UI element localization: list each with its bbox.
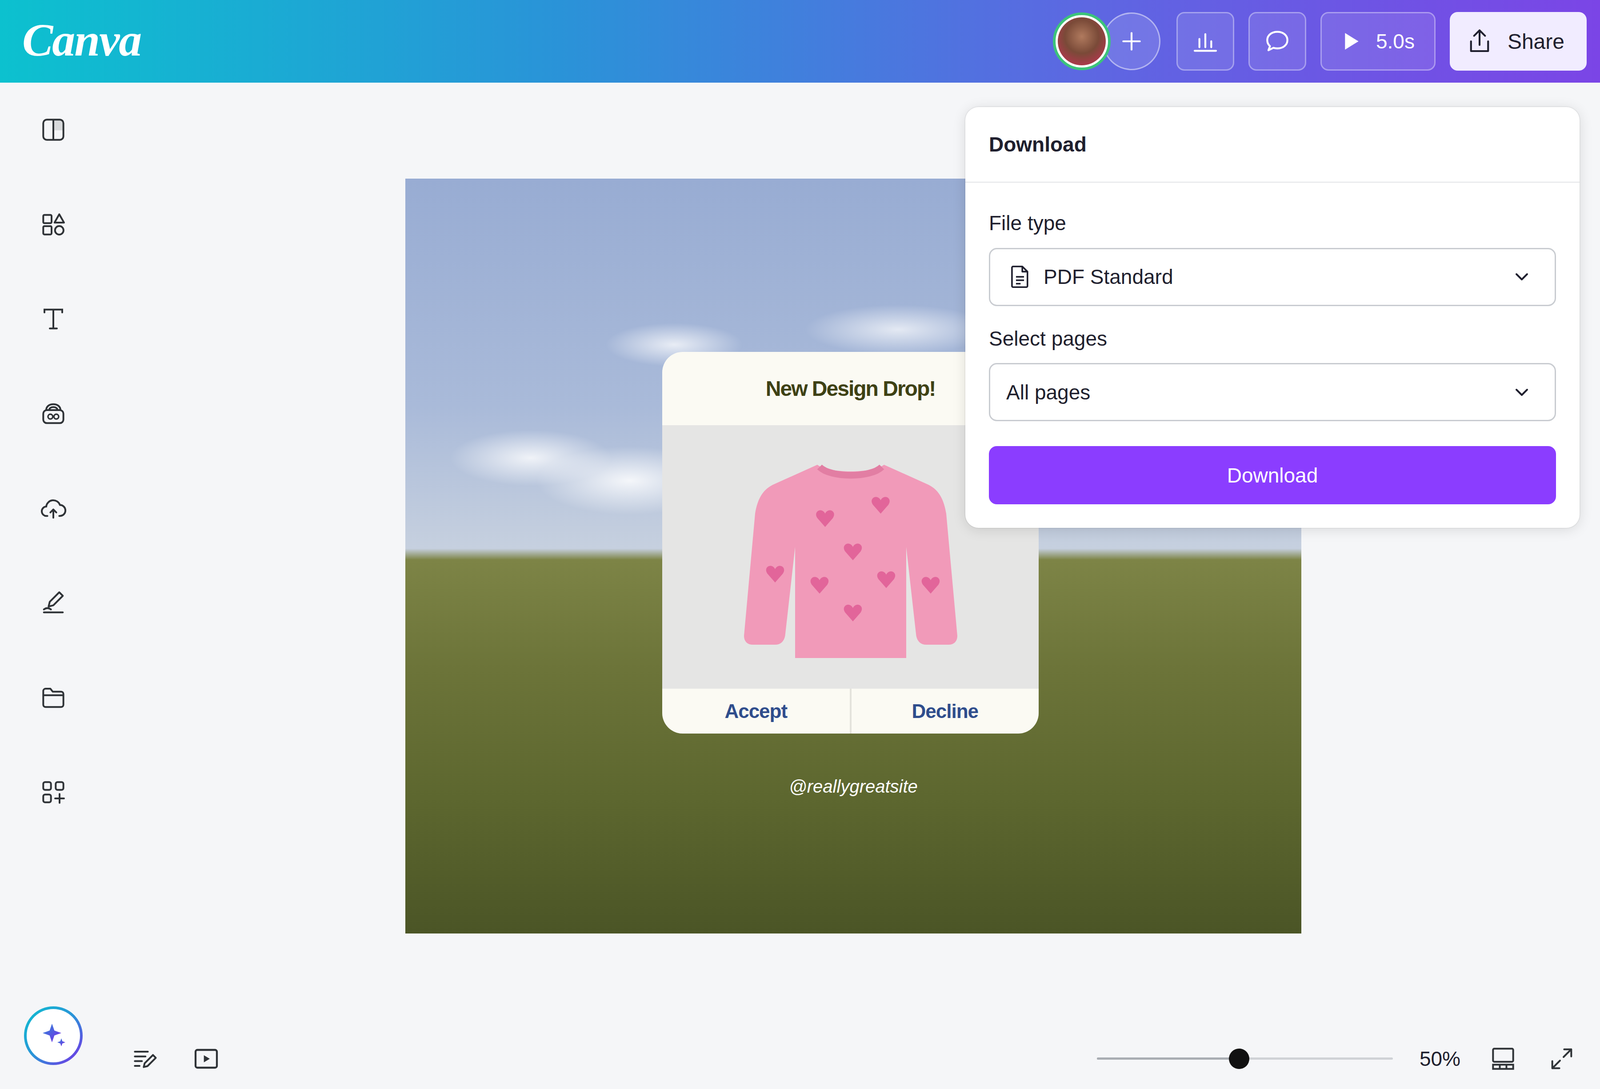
field-label: Select pages [988, 327, 1556, 351]
card-button[interactable]: Decline [849, 688, 1040, 734]
plus-icon [1119, 28, 1144, 54]
download-panel: Download File type PDF Standard Select page… [965, 107, 1580, 528]
field-label: File type [988, 212, 1556, 235]
present-button[interactable]: 5.0s [1320, 12, 1436, 71]
top-actions: 5.0s Share [1052, 12, 1587, 71]
comment-button[interactable] [1248, 12, 1307, 71]
sidebar-item[interactable] [39, 210, 68, 239]
text-icon [39, 304, 68, 334]
zoom-tools: 50% [1096, 1043, 1578, 1076]
download-field: Select pages All pages [988, 327, 1556, 422]
zoom-slider[interactable] [1096, 1048, 1393, 1071]
canva-editor: Canva 5.0s Share New Design Drop! AcceptDecl… [0, 0, 1600, 1089]
handle-text[interactable]: @reallygreatsite [405, 776, 1302, 797]
sparkle-icon [37, 1020, 70, 1052]
chevron-down-icon [1511, 266, 1533, 288]
chevron-down-icon [1511, 381, 1533, 404]
share-label: Share [1507, 29, 1565, 54]
card-actions: AcceptDecline [662, 688, 1039, 734]
upload-cloud-icon [39, 494, 68, 523]
download-header: Download [965, 107, 1580, 183]
insights-button[interactable] [1176, 12, 1235, 71]
field-value: All pages [1006, 380, 1502, 405]
draw-pen-icon [39, 588, 68, 618]
share-button[interactable]: Share [1449, 12, 1587, 71]
download-field: File type PDF Standard [988, 212, 1556, 307]
document-icon [1006, 263, 1034, 291]
zoom-reading[interactable]: 50% [1419, 1047, 1461, 1072]
slider-fill [1096, 1057, 1240, 1060]
elements-icon [39, 210, 68, 239]
collaborators [1052, 12, 1161, 71]
sidebar-item[interactable] [39, 588, 68, 618]
bottom-bar: 50% [106, 1028, 1600, 1089]
magic-button[interactable] [24, 1006, 83, 1066]
timer-button[interactable] [190, 1043, 223, 1076]
user-avatar[interactable] [1052, 12, 1111, 71]
layout-icon [39, 115, 68, 144]
play-icon [1337, 28, 1363, 54]
sidebar-item[interactable] [39, 115, 68, 144]
field-select[interactable]: All pages [988, 363, 1556, 422]
slider-thumb[interactable] [1228, 1048, 1250, 1070]
sidebar-item[interactable] [39, 778, 68, 807]
sidebar-item[interactable] [39, 399, 68, 428]
sidebar-item[interactable] [39, 494, 68, 523]
share-icon [1464, 26, 1495, 56]
video-play-icon [192, 1044, 221, 1074]
invite-button[interactable] [1102, 12, 1161, 71]
chart-icon [1191, 27, 1220, 56]
sidebar-item[interactable] [39, 304, 68, 334]
comment-icon [1263, 27, 1292, 56]
folder-icon [39, 683, 68, 712]
expand-icon [1547, 1044, 1576, 1074]
timer-label: 5.0s [1376, 29, 1415, 54]
avatar-photo [1057, 17, 1106, 66]
sidebar-item[interactable] [39, 683, 68, 712]
sweater-photo [739, 451, 962, 663]
download-body: File type PDF Standard Select pages All pag… [965, 182, 1580, 528]
download-title: Download [988, 132, 1087, 157]
card-button[interactable]: Accept [662, 688, 850, 734]
field-value: PDF Standard [1043, 264, 1502, 289]
card-title[interactable]: New Design Drop! [765, 376, 936, 401]
canva-logo[interactable]: Canva [22, 13, 141, 70]
sidebar [0, 82, 107, 1089]
field-select[interactable]: PDF Standard [988, 248, 1556, 307]
notes-icon [130, 1044, 160, 1074]
pages-view-button[interactable] [1487, 1043, 1520, 1076]
bottom-left-tools [128, 1043, 223, 1076]
grid-view-icon [1488, 1044, 1518, 1074]
download-button[interactable]: Download [988, 446, 1556, 505]
apps-icon [39, 778, 68, 807]
notes-button[interactable] [128, 1043, 161, 1076]
brand-icon [39, 399, 68, 428]
fullscreen-button[interactable] [1545, 1043, 1578, 1076]
top-bar: Canva 5.0s Share [0, 0, 1600, 83]
